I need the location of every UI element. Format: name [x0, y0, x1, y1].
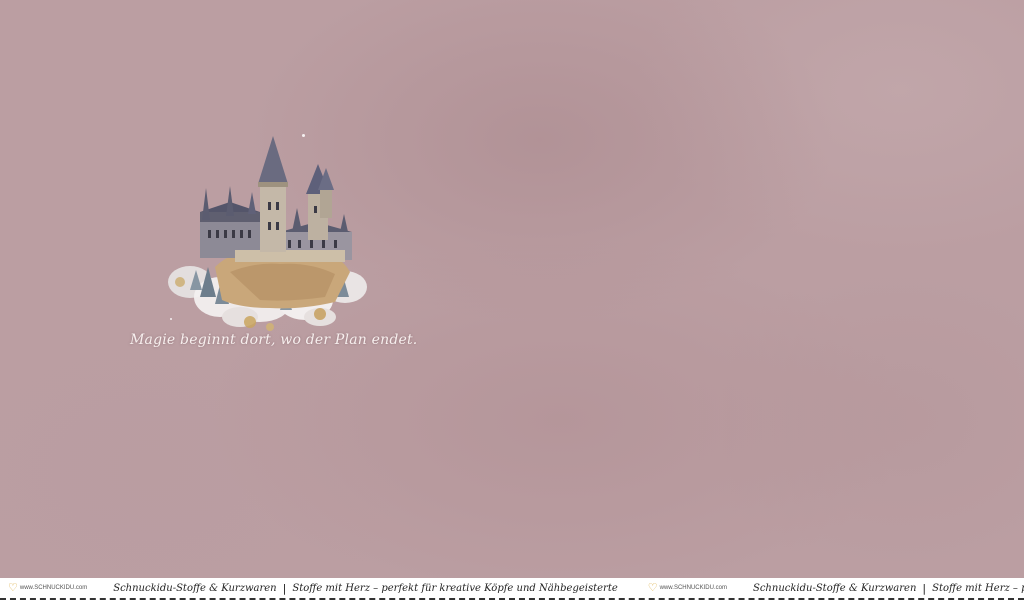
fabric-panel: Magie beginnt dort, wo der Plan endet. [0, 0, 1024, 578]
footer-separator: | [282, 581, 287, 595]
footer-separator: | [922, 581, 927, 595]
logo-text: www.SCHNUCKIDU.com [19, 585, 88, 591]
heart-icon: ♡ [647, 581, 658, 594]
shop-slogan: Stoffe mit Herz – perfekt für kreative K… [932, 582, 1024, 594]
castle [200, 136, 352, 262]
shop-name: Schnuckidu-Stoffe & Kurzwaren [113, 582, 277, 594]
logo-text: www.SCHNUCKIDU.com [659, 585, 727, 591]
heart-icon: ♡ [8, 581, 18, 594]
footer-logo: ♡ www.SCHNUCKIDU.com [647, 581, 727, 594]
shop-slogan: Stoffe mit Herz – perfekt für kreative K… [292, 582, 618, 594]
castle-illustration [168, 136, 367, 331]
shop-name: Schnuckidu-Stoffe & Kurzwaren [752, 582, 917, 594]
quote-text: Magie beginnt dort, wo der Plan endet. [130, 332, 418, 348]
selvedge-footer: ♡ www.SCHNUCKIDU.com Schnuckidu-Stoffe &… [0, 578, 1024, 600]
footer-logo: ♡ www.SCHNUCKIDU.com [8, 581, 88, 594]
